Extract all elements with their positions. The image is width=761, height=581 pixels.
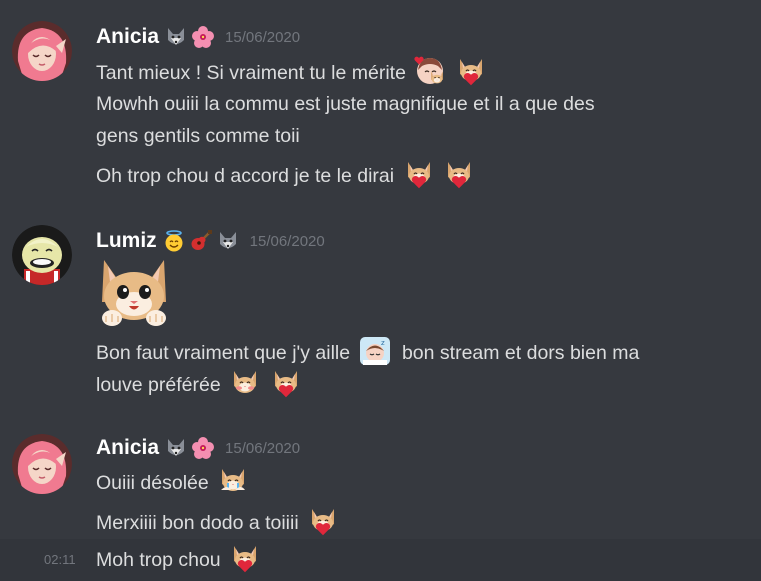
message-line: Ouiii désolée: [96, 466, 249, 499]
message-text: Bon faut vraiment que j'y aille: [96, 342, 351, 364]
message-header: Anicia 15/06/2020: [96, 24, 300, 50]
svg-text:z: z: [381, 339, 385, 347]
message-text: Moh trop chou: [96, 549, 221, 571]
wolf-icon: [165, 26, 187, 48]
hibiscus-icon: [192, 26, 214, 48]
love-cat-emote[interactable]: [307, 506, 339, 536]
love-cat-emote[interactable]: [270, 368, 302, 398]
timestamp: 15/06/2020: [249, 232, 325, 250]
message-text: Mowhh ouiii la commu est juste magnifiqu…: [96, 93, 595, 115]
avatar[interactable]: [12, 434, 72, 494]
blush-cat-emote[interactable]: [229, 368, 261, 398]
timestamp: 15/06/2020: [225, 28, 301, 46]
message-line: Merxiiii bon dodo a toiiii: [96, 506, 339, 539]
message-line: Tant mieux ! Si vraiment tu le mérite: [96, 56, 487, 89]
wolf-icon: [165, 437, 187, 459]
message-text: gens gentils comme toii: [96, 125, 300, 147]
timestamp: 15/06/2020: [225, 439, 301, 457]
message-line[interactable]: Moh trop chou: [96, 543, 261, 576]
hover-timestamp: 02:11: [44, 552, 76, 567]
avatar[interactable]: [12, 21, 72, 81]
message-text: Tant mieux ! Si vraiment tu le mérite: [96, 62, 406, 84]
love-cat-emote[interactable]: [443, 159, 475, 189]
sleepy-emote[interactable]: z: [359, 336, 391, 366]
message-line: louve préférée: [96, 368, 302, 401]
chat-messages: Anicia 15/06/2020 Tant mieux ! Si vraime…: [0, 0, 761, 581]
message-line: Oh trop chou d accord je te le dirai: [96, 159, 475, 192]
message-text: Merxiiii bon dodo a toiiii: [96, 512, 299, 534]
angel-smiley-icon: [165, 230, 183, 252]
message-line: Bon faut vraiment que j'y aille z bon st…: [96, 336, 639, 369]
username[interactable]: Anicia: [96, 25, 159, 49]
message-line: gens gentils comme toii: [96, 120, 300, 152]
happy-cat-emote[interactable]: [96, 256, 172, 332]
crying-cat-emote[interactable]: [217, 466, 249, 496]
message-text: louve préférée: [96, 374, 221, 396]
love-cat-emote[interactable]: [229, 543, 261, 573]
message-line: Mowhh ouiii la commu est juste magnifiqu…: [96, 88, 595, 120]
message-text: bon stream et dors bien ma: [401, 342, 640, 364]
love-cat-emote[interactable]: [455, 56, 487, 86]
avatar[interactable]: [12, 225, 72, 285]
message-header: Anicia 15/06/2020: [96, 435, 300, 461]
heart-cat-emote[interactable]: [414, 56, 446, 86]
message-header: Lumiz 15/06/2020: [96, 228, 325, 254]
hibiscus-icon: [192, 437, 214, 459]
username[interactable]: Lumiz: [96, 229, 157, 253]
guitar-icon: [191, 230, 212, 250]
username[interactable]: Anicia: [96, 436, 159, 460]
message-text: Ouiii désolée: [96, 472, 209, 494]
love-cat-emote[interactable]: [403, 159, 435, 189]
message-text: Oh trop chou d accord je te le dirai: [96, 165, 395, 187]
wolf-icon: [217, 230, 239, 252]
